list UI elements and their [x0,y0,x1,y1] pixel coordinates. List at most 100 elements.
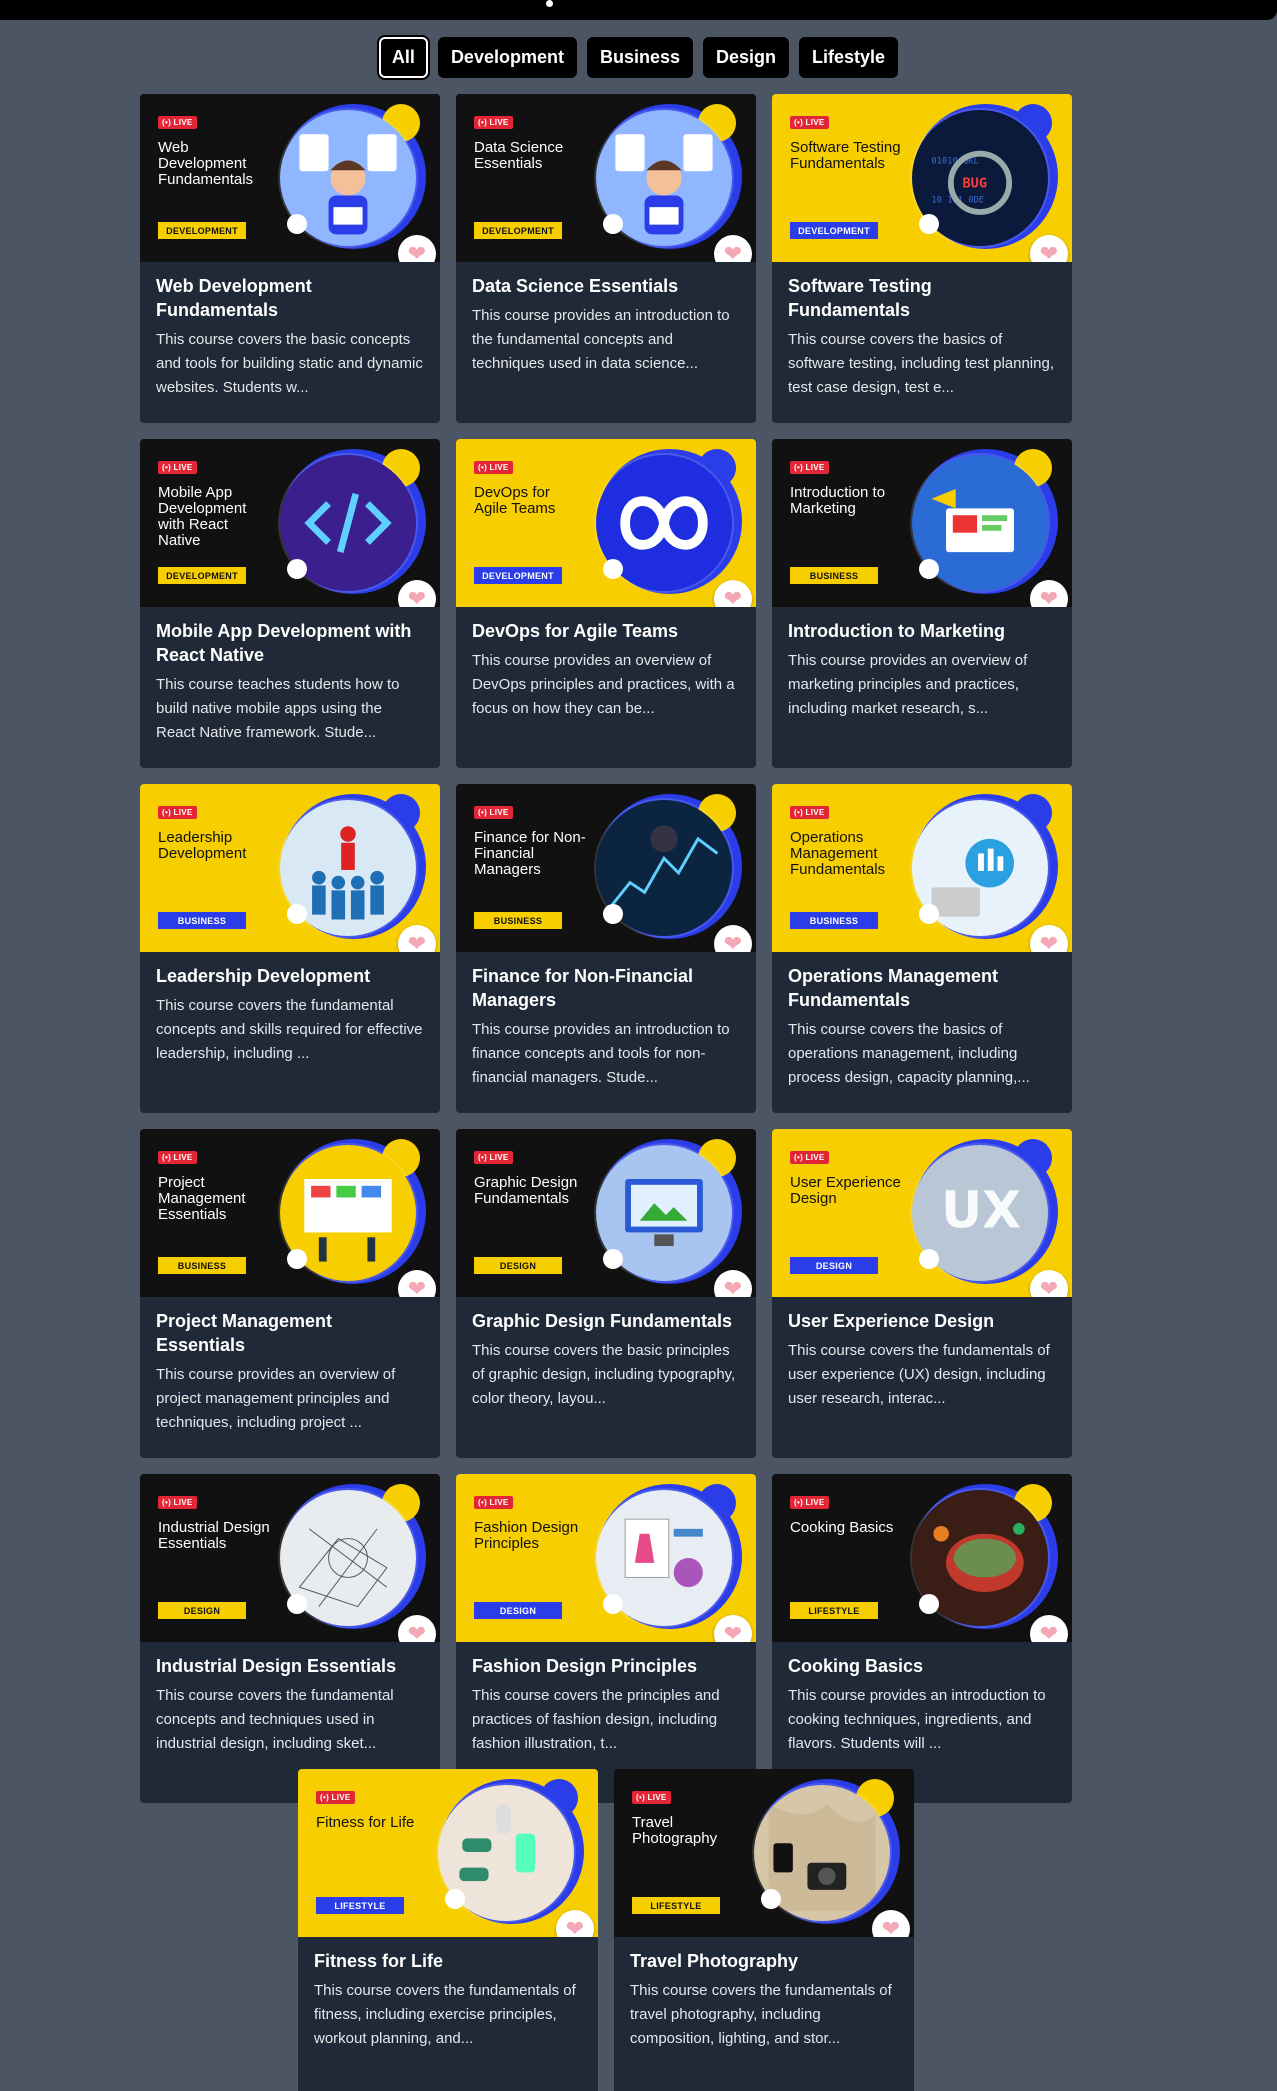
heart-icon: ❤ [881,1916,901,1937]
category-badge: BUSINESS [474,912,562,929]
live-badge: (•) LIVE [474,1496,513,1509]
course-title[interactable]: Leadership Development [156,964,424,988]
thumbnail-white-dot [603,559,623,579]
course-card-industrial-design-essentials[interactable]: (•) LIVE Industrial Design Essentials DESI… [140,1474,440,1803]
course-thumbnail[interactable]: (•) LIVE Operations Management Fundamenta… [772,784,1072,952]
course-title[interactable]: Industrial Design Essentials [156,1654,424,1678]
course-title[interactable]: Data Science Essentials [472,274,740,298]
live-badge: (•) LIVE [474,1151,513,1164]
heart-icon: ❤ [407,931,427,952]
course-card-fitness-for-life[interactable]: (•) LIVE Fitness for Life LIFESTYLE ❤ Fitnes… [298,1769,598,2091]
favorite-heart-button[interactable]: ❤ [1030,1615,1068,1642]
favorite-heart-button[interactable]: ❤ [714,1615,752,1642]
course-card-software-testing-fundamentals[interactable]: 01010 QKL 10 101 0DE BUG (•) LIVE Software T… [772,94,1072,423]
course-thumbnail[interactable]: (•) LIVE Mobile App Development with Reac… [140,439,440,607]
course-thumbnail[interactable]: (•) LIVE Finance for Non-Financial Manage… [456,784,756,952]
favorite-heart-button[interactable]: ❤ [714,235,752,262]
favorite-heart-button[interactable]: ❤ [398,580,436,607]
course-card-finance-for-non-financial-managers[interactable]: (•) LIVE Finance for Non-Financial Manage… [456,784,756,1113]
favorite-heart-button[interactable]: ❤ [556,1910,594,1937]
course-thumbnail[interactable]: UX (•) LIVE User Experience Design DESIGN ❤ [772,1129,1072,1297]
course-thumbnail[interactable]: (•) LIVE Graphic Design Fundamentals DESIG… [456,1129,756,1297]
course-title[interactable]: Graphic Design Fundamentals [472,1309,740,1333]
course-thumbnail[interactable]: 01010 QKL 10 101 0DE BUG (•) LIVE Software T… [772,94,1072,262]
thumbnail-title: Web Development Fundamentals [158,139,254,188]
course-title[interactable]: Web Development Fundamentals [156,274,424,322]
course-card-data-science-essentials[interactable]: (•) LIVE Data Science Essentials DEVELOPME… [456,94,756,423]
favorite-heart-button[interactable]: ❤ [1030,580,1068,607]
course-thumbnail[interactable]: (•) LIVE Leadership Development BUSINESS ❤ [140,784,440,952]
filter-all-button[interactable]: All [378,37,428,78]
course-title[interactable]: Cooking Basics [788,1654,1056,1678]
course-title[interactable]: DevOps for Agile Teams [472,619,740,643]
course-title[interactable]: Finance for Non-Financial Managers [472,964,740,1012]
category-badge: DESIGN [474,1602,562,1619]
course-card-devops-for-agile-teams[interactable]: (•) LIVE DevOps for Agile Teams DEVELOPMEN… [456,439,756,768]
course-card-cooking-basics[interactable]: (•) LIVE Cooking Basics LIFESTYLE ❤ Cooking … [772,1474,1072,1803]
favorite-heart-button[interactable]: ❤ [1030,235,1068,262]
course-card-introduction-to-marketing[interactable]: (•) LIVE Introduction to Marketing BUSINES… [772,439,1072,768]
course-card-body: User Experience Design This course covers… [772,1297,1072,1411]
thumbnail-title: Travel Photography [632,1814,718,1847]
course-card-user-experience-design[interactable]: UX (•) LIVE User Experience Design DESIGN ❤ U… [772,1129,1072,1458]
course-title[interactable]: Project Management Essentials [156,1309,424,1357]
category-badge: BUSINESS [790,567,878,584]
favorite-heart-button[interactable]: ❤ [714,580,752,607]
thumbnail-white-dot [919,214,939,234]
category-badge: DEVELOPMENT [474,222,562,239]
favorite-heart-button[interactable]: ❤ [398,1615,436,1642]
course-thumbnail[interactable]: (•) LIVE Web Development Fundamentals DEVE… [140,94,440,262]
course-card-mobile-app-development-with-react-native[interactable]: (•) LIVE Mobile App Development with Reac… [140,439,440,768]
course-card-body: Fitness for Life This course covers the f… [298,1937,598,2051]
course-thumbnail[interactable]: (•) LIVE Travel Photography LIFESTYLE ❤ [614,1769,914,1937]
filter-design-button[interactable]: Design [703,37,790,78]
favorite-heart-button[interactable]: ❤ [714,1270,752,1297]
favorite-heart-button[interactable]: ❤ [398,925,436,952]
course-card-project-management-essentials[interactable]: (•) LIVE Project Management Essentials BUS… [140,1129,440,1458]
category-badge: BUSINESS [790,912,878,929]
thumbnail-white-dot [287,1249,307,1269]
favorite-heart-button[interactable]: ❤ [398,235,436,262]
favorite-heart-button[interactable]: ❤ [872,1910,910,1937]
filter-development-button[interactable]: Development [437,37,577,78]
course-title[interactable]: Operations Management Fundamentals [788,964,1056,1012]
course-thumbnail[interactable]: (•) LIVE Cooking Basics LIFESTYLE ❤ [772,1474,1072,1642]
favorite-heart-button[interactable]: ❤ [398,1270,436,1297]
course-card-body: Cooking Basics This course provides an in… [772,1642,1072,1756]
filter-lifestyle-button[interactable]: Lifestyle [799,37,899,78]
course-title[interactable]: Fitness for Life [314,1949,582,1973]
heart-icon: ❤ [407,241,427,262]
course-title[interactable]: User Experience Design [788,1309,1056,1333]
live-badge: (•) LIVE [158,116,197,129]
course-title[interactable]: Introduction to Marketing [788,619,1056,643]
course-thumbnail[interactable]: (•) LIVE Data Science Essentials DEVELOPME… [456,94,756,262]
course-title[interactable]: Software Testing Fundamentals [788,274,1056,322]
favorite-heart-button[interactable]: ❤ [1030,925,1068,952]
course-card-operations-management-fundamentals[interactable]: (•) LIVE Operations Management Fundamenta… [772,784,1072,1113]
course-card-fashion-design-principles[interactable]: (•) LIVE Fashion Design Principles DESIGN ❤… [456,1474,756,1803]
course-thumbnail[interactable]: (•) LIVE Industrial Design Essentials DESI… [140,1474,440,1642]
live-badge: (•) LIVE [158,806,197,819]
course-title[interactable]: Fashion Design Principles [472,1654,740,1678]
filter-business-button[interactable]: Business [586,37,694,78]
course-thumbnail[interactable]: (•) LIVE Fashion Design Principles DESIGN ❤ [456,1474,756,1642]
course-card-body: Travel Photography This course covers the… [614,1937,914,2051]
heart-icon: ❤ [1039,586,1059,607]
course-title[interactable]: Travel Photography [630,1949,898,1973]
category-badge: LIFESTYLE [316,1897,404,1914]
course-description: This course provides an introduction to … [472,1021,730,1086]
favorite-heart-button[interactable]: ❤ [1030,1270,1068,1297]
course-card-web-development-fundamentals[interactable]: (•) LIVE Web Development Fundamentals DEVE… [140,94,440,423]
course-thumbnail[interactable]: (•) LIVE Project Management Essentials BUS… [140,1129,440,1297]
course-title[interactable]: Mobile App Development with React Native [156,619,424,667]
live-badge: (•) LIVE [790,461,829,474]
heart-icon: ❤ [1039,1621,1059,1642]
favorite-heart-button[interactable]: ❤ [714,925,752,952]
course-card-leadership-development[interactable]: (•) LIVE Leadership Development BUSINESS ❤ L… [140,784,440,1113]
course-thumbnail[interactable]: (•) LIVE Introduction to Marketing BUSINES… [772,439,1072,607]
course-thumbnail[interactable]: (•) LIVE DevOps for Agile Teams DEVELOPMEN… [456,439,756,607]
course-thumbnail[interactable]: (•) LIVE Fitness for Life LIFESTYLE ❤ [298,1769,598,1937]
course-card-travel-photography[interactable]: (•) LIVE Travel Photography LIFESTYLE ❤ Trav… [614,1769,914,2091]
course-card-graphic-design-fundamentals[interactable]: (•) LIVE Graphic Design Fundamentals DESIG… [456,1129,756,1458]
thumbnail-white-dot [603,214,623,234]
